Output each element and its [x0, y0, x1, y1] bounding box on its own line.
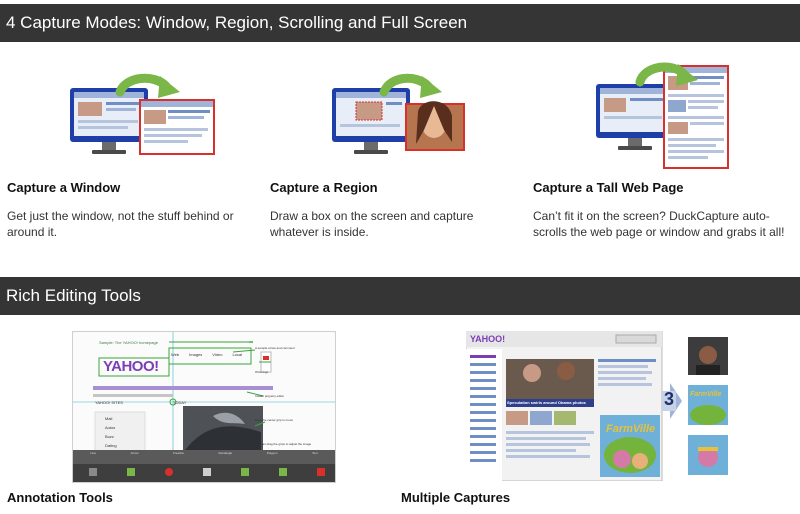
step-number: 3: [664, 389, 675, 409]
tool-arrow[interactable]: Arrow: [131, 451, 139, 455]
tool-rectangle[interactable]: Rectangle: [219, 451, 233, 455]
feature-capture-tall-page: Capture a Tall Web Page Can’t fit it on …: [533, 180, 799, 240]
section-heading-text: 4 Capture Modes: Window, Region, Scrolli…: [6, 13, 468, 32]
multiple-captures-screenshot: YAHOO! Speculation swirls around Obama p…: [466, 331, 730, 481]
feature-title: Capture a Region: [270, 180, 378, 195]
note-sample-arrow: A sample arrow and comment: [255, 346, 295, 350]
feature-capture-region: Capture a Region Draw a box on the scree…: [270, 180, 530, 240]
monitor-icon: [70, 88, 148, 154]
feature-description: Draw a box on the screen and capture wha…: [270, 209, 474, 239]
annotation-notes: A sample arrow and comment Wrist logo In…: [255, 336, 311, 456]
tab-images: Images: [189, 352, 203, 357]
pen-icon[interactable]: [127, 468, 135, 476]
feature-title: Multiple Captures: [401, 490, 511, 505]
annotation-toolbar: Line Arrow Freeline Rectangle Polygon Te…: [73, 451, 335, 455]
annotation-caption: Sample: The YAHOO! homepage: [99, 340, 158, 345]
capture-tall-page-illustration: [596, 62, 729, 169]
today-label: TODAY: [173, 400, 187, 405]
feature-annotation-tools: Annotation Tools: [7, 490, 267, 505]
feature-title: Capture a Tall Web Page: [533, 180, 684, 195]
multiple-captures-art: [466, 331, 728, 481]
section-heading-capture-modes: 4 Capture Modes: Window, Region, Scrolli…: [0, 4, 800, 42]
game-title: FarmVille: [606, 423, 656, 435]
sidebar-item-dating: Dating: [105, 443, 117, 448]
tool-text[interactable]: Text: [312, 451, 318, 455]
section-heading-text: Rich Editing Tools: [6, 286, 141, 305]
feature-description: Can’t fit it on the screen? DuckCapture …: [533, 209, 785, 239]
print-icon[interactable]: [203, 468, 211, 476]
feature-title: Annotation Tools: [7, 490, 113, 505]
monitor-icon: [596, 84, 672, 150]
note-wrist-logo: Wrist logo: [255, 370, 269, 374]
section-heading-editing-tools: Rich Editing Tools: [0, 277, 800, 315]
tab-web: Web: [171, 352, 180, 357]
tool-freeline[interactable]: Freeline: [173, 451, 184, 455]
capture-region-illustration: [332, 73, 465, 154]
sidebar-item-autos: Autos: [105, 425, 116, 430]
action-toolbar: [89, 468, 325, 476]
copy-icon[interactable]: [279, 468, 287, 476]
tool-line[interactable]: Line: [90, 451, 96, 455]
camera-icon[interactable]: [89, 468, 97, 476]
headline-text: Speculation swirls around Obama photos: [507, 400, 586, 405]
annotation-tools-screenshot: Sample: The YAHOO! homepage YAHOO! Web I…: [72, 331, 336, 483]
search-tabs: Web Images Video Local: [171, 352, 242, 357]
tab-video: Video: [212, 352, 223, 357]
sidebar-list: Mail Autos Buzz Dating: [105, 414, 117, 450]
note-center-grip: Drag the center grip to move: [255, 418, 294, 422]
yahoo-logo: YAHOO!: [470, 334, 506, 344]
feature-multiple-captures: Multiple Captures: [401, 490, 661, 505]
record-icon[interactable]: [165, 468, 173, 476]
monitor-icon: [332, 88, 410, 154]
yahoo-logo: YAHOO!: [103, 358, 159, 375]
sidebar-header: YAHOO! SITES: [95, 400, 123, 405]
note-property-editor: Instant property editor: [255, 394, 285, 398]
capture-window-illustration: [70, 73, 215, 155]
sidebar-item-mail: Mail: [105, 416, 113, 421]
feature-title: Capture a Window: [7, 180, 121, 195]
tool-polygon[interactable]: Polygon: [267, 451, 278, 455]
game-title-thumb: FarmVille: [690, 391, 722, 398]
save-icon[interactable]: [241, 468, 249, 476]
sidebar-item-buzz: Buzz: [105, 434, 114, 439]
feature-capture-window: Capture a Window Get just the window, no…: [7, 180, 267, 240]
share-icon[interactable]: [317, 468, 325, 476]
tab-local: Local: [232, 352, 243, 357]
feature-description: Get just the window, not the stuff behin…: [7, 209, 234, 239]
